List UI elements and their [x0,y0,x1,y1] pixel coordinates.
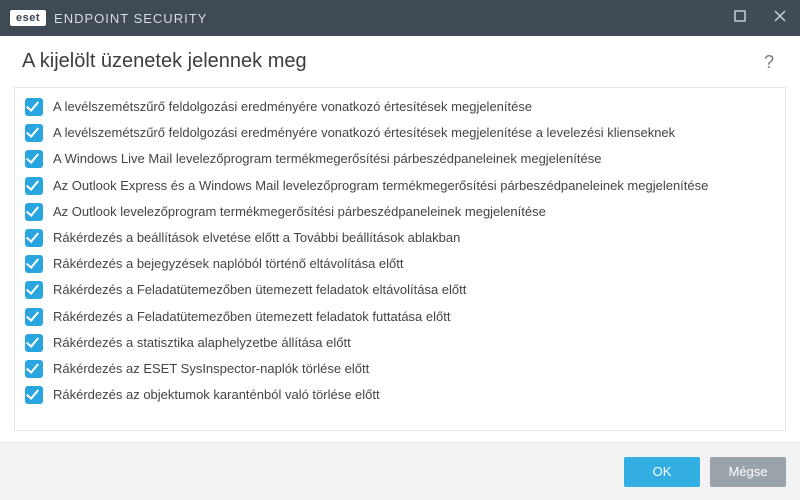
close-icon [774,9,786,27]
checkbox[interactable] [25,150,43,168]
list-item-label: Az Outlook Express és a Windows Mail lev… [53,177,708,195]
checkbox[interactable] [25,360,43,378]
dialog-header: A kijelölt üzenetek jelennek meg ? [0,36,800,83]
list-item-label: Rákérdezés az ESET SysInspector-naplók t… [53,360,369,378]
list-item: Rákérdezés a statisztika alaphelyzetbe á… [21,330,779,356]
help-button[interactable]: ? [760,51,778,73]
list-item-label: Rákérdezés az objektumok karanténból val… [53,386,380,404]
list-item: Rákérdezés a Feladatütemezőben ütemezett… [21,304,779,330]
checkbox[interactable] [25,229,43,247]
list-item-label: Az Outlook levelezőprogram termékmegerős… [53,203,546,221]
ok-button[interactable]: OK [624,457,700,487]
window-close-button[interactable] [760,0,800,36]
checkbox[interactable] [25,386,43,404]
dialog-footer: OK Mégse [0,442,800,500]
list-item-label: Rákérdezés a Feladatütemezőben ütemezett… [53,308,450,326]
checkbox[interactable] [25,308,43,326]
checkbox[interactable] [25,203,43,221]
checkbox[interactable] [25,281,43,299]
list-item: Rákérdezés a Feladatütemezőben ütemezett… [21,277,779,303]
list-item: A levélszemétszűrő feldolgozási eredmény… [21,94,779,120]
list-item: Rákérdezés az ESET SysInspector-naplók t… [21,356,779,382]
messages-list[interactable]: A levélszemétszűrő feldolgozási eredmény… [14,87,786,431]
list-item: A Windows Live Mail levelezőprogram term… [21,146,779,172]
list-item: Rákérdezés a bejegyzések naplóból történ… [21,251,779,277]
window-maximize-button[interactable] [720,0,760,36]
titlebar: eset ENDPOINT SECURITY [0,0,800,36]
list-item-label: Rákérdezés a bejegyzések naplóból történ… [53,255,404,273]
cancel-button[interactable]: Mégse [710,457,786,487]
list-item-label: Rákérdezés a beállítások elvetése előtt … [53,229,460,247]
checkbox[interactable] [25,124,43,142]
list-item-label: A levélszemétszűrő feldolgozási eredmény… [53,124,675,142]
list-item: Az Outlook Express és a Windows Mail lev… [21,173,779,199]
list-item: Rákérdezés az objektumok karanténból val… [21,382,779,408]
maximize-icon [734,9,746,27]
checkbox[interactable] [25,255,43,273]
checkbox[interactable] [25,334,43,352]
checkbox[interactable] [25,98,43,116]
brand-badge: eset [10,10,46,26]
list-item-label: Rákérdezés a Feladatütemezőben ütemezett… [53,281,466,299]
list-item: A levélszemétszűrő feldolgozási eredmény… [21,120,779,146]
checkbox[interactable] [25,177,43,195]
list-item-label: Rákérdezés a statisztika alaphelyzetbe á… [53,334,351,352]
list-item-label: A levélszemétszűrő feldolgozási eredmény… [53,98,532,116]
page-title: A kijelölt üzenetek jelennek meg [22,50,760,73]
list-item-label: A Windows Live Mail levelezőprogram term… [53,150,601,168]
list-item: Az Outlook levelezőprogram termékmegerős… [21,199,779,225]
product-name: ENDPOINT SECURITY [54,11,207,26]
list-item: Rákérdezés a beállítások elvetése előtt … [21,225,779,251]
